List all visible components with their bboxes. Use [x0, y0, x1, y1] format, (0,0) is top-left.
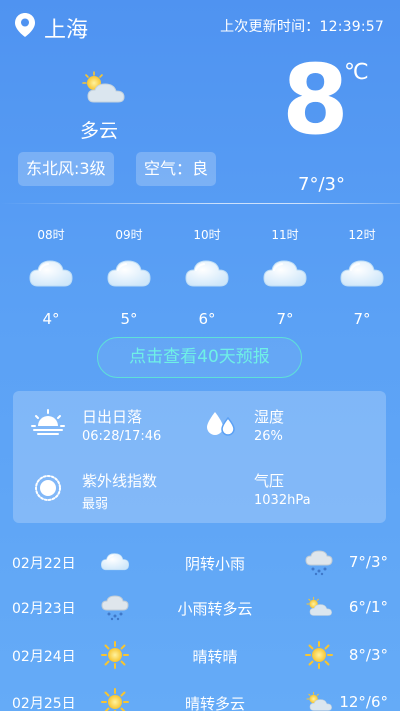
- location-pin-icon[interactable]: [14, 12, 36, 38]
- uv-sun-icon: [35, 475, 61, 501]
- today-temp-range: 7°/3°: [298, 174, 345, 195]
- cloud-icon: [184, 256, 230, 292]
- city-name[interactable]: 上海: [44, 12, 88, 44]
- current-condition: 多云: [80, 120, 119, 142]
- hourly-time: 12时: [348, 228, 376, 242]
- cloud-icon: [28, 256, 74, 292]
- humidity-value: 26%: [254, 429, 283, 444]
- rain-cloud-icon: [100, 593, 130, 621]
- daily-temp-range: 7°/3°: [348, 553, 388, 571]
- hourly-temp: 7°: [353, 310, 371, 328]
- hourly-temp: 6°: [198, 310, 216, 328]
- sun-icon: [100, 688, 130, 711]
- daily-row[interactable]: 02月23日 小雨转多云 6°/1°: [0, 585, 400, 631]
- daily-temp-range: 8°/3°: [348, 646, 388, 664]
- cloud-icon: [339, 256, 385, 292]
- daily-row[interactable]: 02月25日 晴转多云 12°/6°: [0, 680, 400, 711]
- hourly-time: 09时: [115, 228, 143, 242]
- hourly-temp: 4°: [42, 310, 60, 328]
- humidity-icon: [207, 412, 235, 436]
- hourly-item: 11时 7°: [255, 226, 315, 328]
- details-panel: [13, 391, 386, 523]
- hourly-temp: 7°: [276, 310, 294, 328]
- daily-row[interactable]: 02月24日 晴转晴 8°/3°: [0, 633, 400, 679]
- cloud-icon: [262, 256, 308, 292]
- partly-cloudy-icon: [304, 688, 334, 711]
- hourly-item: 12时 7°: [332, 226, 392, 328]
- humidity-label: 湿度: [254, 408, 285, 426]
- hourly-item: 10时 6°: [177, 226, 237, 328]
- sunrise-sunset-icon: [31, 409, 65, 435]
- wind-badge: 东北风:3级: [18, 152, 114, 186]
- sunrise-sunset-value: 06:28/17:46: [82, 429, 162, 444]
- partly-cloudy-icon: [304, 593, 334, 621]
- pressure-label: 气压: [254, 472, 285, 490]
- sun-icon: [304, 641, 334, 669]
- daily-temp-range: 12°/6°: [339, 693, 388, 711]
- hourly-item: 09时 5°: [99, 226, 159, 328]
- current-temperature: 8: [282, 44, 349, 156]
- daily-date: 02月22日: [12, 556, 76, 572]
- last-updated-text: 上次更新时间：12:39:57: [220, 19, 384, 35]
- daily-temp-range: 6°/1°: [348, 598, 388, 616]
- rain-cloud-icon: [304, 548, 334, 576]
- daily-condition: 晴转多云: [184, 695, 245, 711]
- cloud-icon: [100, 548, 130, 576]
- hourly-time: 11时: [271, 228, 299, 242]
- air-quality-badge: 空气：良: [136, 152, 217, 186]
- hourly-time: 08时: [37, 228, 65, 242]
- hourly-temp: 5°: [120, 310, 138, 328]
- pressure-value: 1032hPa: [254, 493, 311, 508]
- daily-condition: 小雨转多云: [177, 600, 253, 618]
- daily-date: 02月24日: [12, 649, 76, 665]
- hourly-item: 08时 4°: [21, 226, 81, 328]
- uv-index-label: 紫外线指数: [82, 472, 158, 490]
- cloud-icon: [106, 256, 152, 292]
- hourly-time: 10时: [193, 228, 221, 242]
- daily-date: 02月23日: [12, 601, 76, 617]
- daily-condition: 阴转小雨: [184, 555, 245, 573]
- sun-icon: [100, 641, 130, 669]
- partly-cloudy-icon: [78, 70, 128, 106]
- daily-row[interactable]: 02月22日 阴转小雨 7°/3°: [0, 540, 400, 586]
- divider: [0, 203, 400, 204]
- forecast-40-day-button[interactable]: 点击查看40天预报: [97, 337, 302, 378]
- sunrise-sunset-label: 日出日落: [82, 408, 143, 426]
- uv-index-value: 最弱: [82, 497, 109, 512]
- daily-date: 02月25日: [12, 696, 76, 711]
- daily-condition: 晴转晴: [192, 648, 238, 666]
- temperature-unit: ℃: [344, 60, 369, 85]
